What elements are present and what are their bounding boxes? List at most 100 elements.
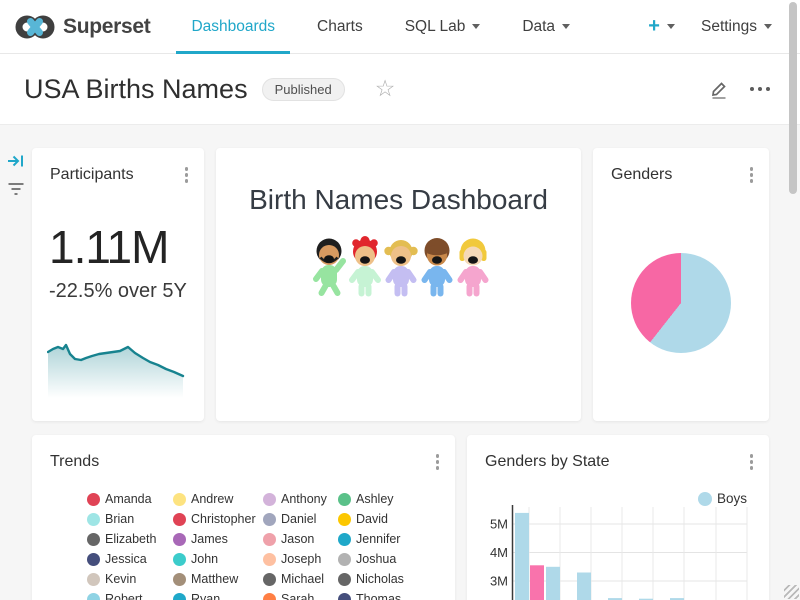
legend-item[interactable]: Joseph: [263, 552, 321, 566]
brand-text: Superset: [63, 15, 150, 39]
legend-label: Amanda: [105, 492, 152, 506]
expand-filter-bar-button[interactable]: [7, 153, 25, 174]
legend-label: Christopher: [191, 512, 256, 526]
legend-label: James: [191, 532, 228, 546]
svg-text:3M: 3M: [490, 574, 508, 589]
legend-dot: [338, 553, 351, 566]
chevron-down-icon: [764, 24, 772, 29]
legend-item[interactable]: Matthew: [173, 572, 238, 586]
legend-item[interactable]: James: [173, 532, 228, 546]
kebab-icon: [436, 454, 440, 458]
genders-pie-chart: [631, 253, 731, 353]
legend-item[interactable]: John: [173, 552, 218, 566]
legend-dot: [173, 513, 186, 526]
kid-pink: [460, 239, 487, 294]
settings-menu[interactable]: Settings: [701, 18, 772, 36]
chevron-down-icon: [472, 24, 480, 29]
nav-item-data[interactable]: Data: [501, 0, 591, 54]
new-item-button[interactable]: +: [648, 15, 675, 38]
dashboard-actions-menu[interactable]: [750, 87, 771, 92]
legend-dot: [87, 533, 100, 546]
legend-label: Sarah: [281, 592, 314, 600]
legend-item[interactable]: Michael: [263, 572, 324, 586]
chevron-down-icon: [562, 24, 570, 29]
filter-lines-icon: [7, 181, 25, 197]
nav-label: Dashboards: [191, 18, 275, 36]
legend-dot: [263, 513, 276, 526]
legend-label: Thomas: [356, 592, 401, 600]
legend-item[interactable]: Kevin: [87, 572, 136, 586]
chevron-down-icon: [667, 24, 675, 29]
legend-item[interactable]: Anthony: [263, 492, 327, 506]
legend-item[interactable]: Thomas: [338, 592, 401, 600]
svg-text:4M: 4M: [490, 545, 508, 560]
legend-label: Brian: [105, 512, 134, 526]
superset-logo[interactable]: Superset: [0, 12, 150, 42]
filter-bar-button[interactable]: [7, 181, 25, 202]
kid-mint: [352, 236, 378, 294]
legend-dot: [87, 553, 100, 566]
nav-item-sql-lab[interactable]: SQL Lab: [384, 0, 502, 54]
markdown-header-card: Birth Names Dashboard: [216, 148, 581, 421]
big-number-value: 1.11M: [49, 220, 168, 274]
genders-card: Genders: [593, 148, 769, 421]
plus-icon: +: [648, 15, 660, 38]
legend-label: Joshua: [356, 552, 396, 566]
chart-options-menu[interactable]: [747, 164, 757, 186]
legend-item[interactable]: Jennifer: [338, 532, 400, 546]
legend-item[interactable]: Nicholas: [338, 572, 404, 586]
legend-item[interactable]: Daniel: [263, 512, 316, 526]
legend-item[interactable]: Sarah: [263, 592, 314, 600]
nav-item-dashboards[interactable]: Dashboards: [170, 0, 296, 54]
legend-dot: [263, 553, 276, 566]
vertical-scrollbar[interactable]: [789, 2, 797, 194]
published-badge[interactable]: Published: [262, 78, 345, 101]
favorite-star-icon[interactable]: ☆: [375, 78, 396, 101]
top-navbar: Superset Dashboards Charts SQL Lab Data …: [0, 0, 800, 54]
page-title: USA Births Names: [24, 74, 248, 105]
kid-lavender: [384, 240, 417, 294]
legend-label: Ashley: [356, 492, 394, 506]
edit-dashboard-button[interactable]: [708, 78, 730, 100]
legend-item[interactable]: Robert: [87, 592, 143, 600]
participants-card: Participants 1.11M -22.5% over 5Y: [32, 148, 204, 421]
legend-label: John: [191, 552, 218, 566]
legend-item[interactable]: Joshua: [338, 552, 396, 566]
legend-item[interactable]: David: [338, 512, 388, 526]
legend-dot: [263, 493, 276, 506]
legend-dot: [263, 593, 276, 600]
legend-dot: [173, 573, 186, 586]
legend-dot: [173, 493, 186, 506]
legend-label: Kevin: [105, 572, 136, 586]
legend-item[interactable]: Ryan: [173, 592, 220, 600]
genders-by-state-bar-chart: 5M4M3M: [467, 435, 769, 600]
legend-item[interactable]: Jessica: [87, 552, 147, 566]
ellipsis-icon: [750, 87, 755, 92]
nav-label: Charts: [317, 18, 363, 36]
dashboard-header: USA Births Names Published ☆: [0, 54, 800, 125]
legend-label: Jason: [281, 532, 314, 546]
kebab-icon: [185, 167, 189, 171]
chart-title: Genders: [611, 166, 672, 184]
legend-item[interactable]: Andrew: [173, 492, 233, 506]
legend-item[interactable]: Elizabeth: [87, 532, 156, 546]
legend-dot: [173, 533, 186, 546]
legend-label: Anthony: [281, 492, 327, 506]
kid-blue: [425, 238, 450, 294]
legend-item[interactable]: Amanda: [87, 492, 152, 506]
legend-item[interactable]: Christopher: [173, 512, 256, 526]
navbar-right: + Settings: [648, 15, 800, 38]
resize-handle-icon[interactable]: [784, 585, 799, 599]
legend-label: Nicholas: [356, 572, 404, 586]
legend-item[interactable]: Brian: [87, 512, 134, 526]
legend-item[interactable]: Ashley: [338, 492, 394, 506]
legend-dot: [338, 573, 351, 586]
nav-label: SQL Lab: [405, 18, 466, 36]
legend-label: Andrew: [191, 492, 233, 506]
chart-title: Trends: [50, 453, 99, 471]
nav-item-charts[interactable]: Charts: [296, 0, 384, 54]
legend-item[interactable]: Jason: [263, 532, 314, 546]
legend-label: Daniel: [281, 512, 316, 526]
chart-options-menu[interactable]: [182, 164, 192, 186]
chart-options-menu[interactable]: [433, 451, 443, 473]
